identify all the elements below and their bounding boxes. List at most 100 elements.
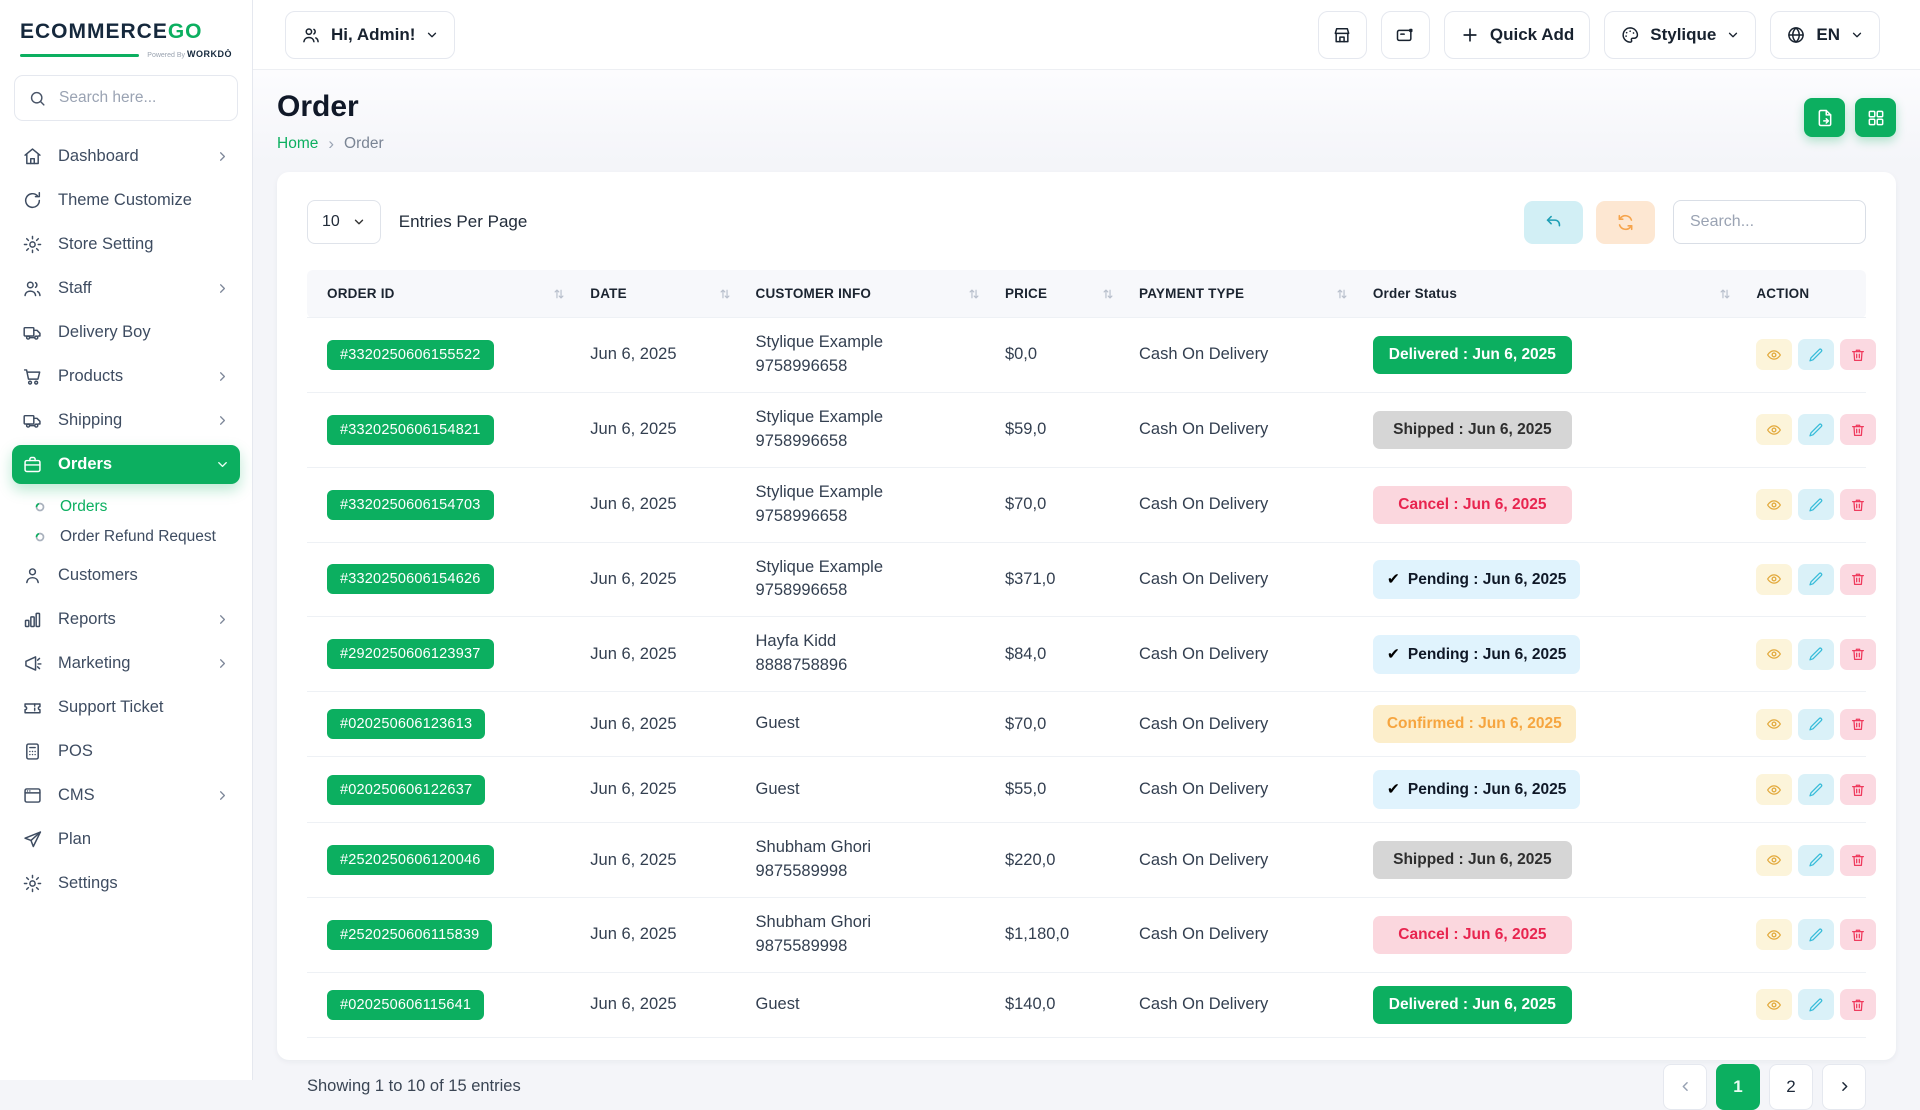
sidebar-item-label: Store Setting	[58, 235, 153, 254]
edit-button[interactable]	[1798, 709, 1834, 740]
export-button[interactable]	[1804, 98, 1845, 137]
view-button[interactable]	[1756, 989, 1792, 1020]
view-button[interactable]	[1756, 919, 1792, 950]
edit-button[interactable]	[1798, 639, 1834, 670]
admin-menu-button[interactable]: Hi, Admin!	[285, 11, 455, 59]
sidebar-item-shipping[interactable]: Shipping	[12, 401, 240, 440]
pagination-next-button[interactable]	[1822, 1064, 1866, 1110]
staff-icon	[22, 278, 43, 299]
sidebar-item-delivery-boy[interactable]: Delivery Boy	[12, 313, 240, 352]
sidebar-item-products[interactable]: Products	[12, 357, 240, 396]
pagination-page-1[interactable]: 1	[1716, 1064, 1760, 1110]
order-id-badge[interactable]: #020250606122637	[327, 775, 485, 805]
sidebar-item-store-setting[interactable]: Store Setting	[12, 225, 240, 264]
sidebar-item-reports[interactable]: Reports	[12, 600, 240, 639]
delete-button[interactable]	[1840, 414, 1876, 445]
edit-button[interactable]	[1798, 414, 1834, 445]
column-header-customer-info[interactable]: CUSTOMER INFO	[744, 270, 993, 318]
order-id-badge[interactable]: #3320250606155522	[327, 340, 494, 370]
email-button[interactable]	[1381, 11, 1430, 59]
view-button[interactable]	[1756, 489, 1792, 520]
sidebar-search-input[interactable]	[57, 88, 224, 108]
delete-button[interactable]	[1840, 989, 1876, 1020]
column-header-payment-type[interactable]: PAYMENT TYPE	[1127, 270, 1361, 318]
storefront-button[interactable]	[1318, 11, 1367, 59]
chevron-down-icon	[215, 457, 230, 472]
breadcrumb-home-link[interactable]: Home	[277, 135, 318, 153]
delete-button[interactable]	[1840, 639, 1876, 670]
edit-button[interactable]	[1798, 845, 1834, 876]
sidebar-subitem-orders[interactable]: Orders	[12, 492, 240, 522]
entries-per-page-select[interactable]: 10	[307, 200, 381, 244]
view-button[interactable]	[1756, 774, 1792, 805]
sidebar-submenu: OrdersOrder Refund Request	[12, 489, 240, 556]
edit-button[interactable]	[1798, 489, 1834, 520]
delete-button[interactable]	[1840, 845, 1876, 876]
view-button[interactable]	[1756, 639, 1792, 670]
grid-view-button[interactable]	[1855, 98, 1896, 137]
payment-type: Cash On Delivery	[1127, 898, 1361, 973]
refresh-button[interactable]	[1596, 201, 1655, 244]
order-id-badge[interactable]: #3320250606154626	[327, 564, 494, 594]
sidebar-item-pos[interactable]: POS	[12, 732, 240, 771]
sidebar-item-orders[interactable]: Orders	[12, 445, 240, 484]
order-id-badge[interactable]: #3320250606154821	[327, 415, 494, 445]
column-label: ACTION	[1756, 286, 1809, 301]
eye-icon	[1766, 852, 1782, 868]
sidebar-item-staff[interactable]: Staff	[12, 269, 240, 308]
delete-button[interactable]	[1840, 709, 1876, 740]
sidebar-item-label: Support Ticket	[58, 698, 163, 717]
theme-selector-button[interactable]: Stylique	[1604, 11, 1756, 59]
view-button[interactable]	[1756, 709, 1792, 740]
quick-add-button[interactable]: Quick Add	[1444, 11, 1590, 59]
order-id-badge[interactable]: #2520250606115839	[327, 920, 492, 950]
sidebar-item-plan[interactable]: Plan	[12, 820, 240, 859]
column-header-order-status[interactable]: Order Status	[1361, 270, 1745, 318]
edit-button[interactable]	[1798, 339, 1834, 370]
order-id-badge[interactable]: #2520250606120046	[327, 845, 494, 875]
brand-logo[interactable]: ECOMMERCEGO Powered By WORKDȮ	[0, 14, 252, 59]
delete-button[interactable]	[1840, 339, 1876, 370]
delete-button[interactable]	[1840, 564, 1876, 595]
sidebar-item-customers[interactable]: Customers	[12, 556, 240, 595]
view-button[interactable]	[1756, 564, 1792, 595]
order-id-badge[interactable]: #3320250606154703	[327, 490, 494, 520]
pagination-page-2[interactable]: 2	[1769, 1064, 1813, 1110]
edit-button[interactable]	[1798, 989, 1834, 1020]
customer-phone: 9758996658	[756, 355, 981, 379]
customer-phone: 9758996658	[756, 579, 981, 603]
pagination-prev-button[interactable]	[1663, 1064, 1707, 1110]
column-header-price[interactable]: PRICE	[993, 270, 1127, 318]
language-selector-button[interactable]: EN	[1770, 11, 1880, 59]
edit-button[interactable]	[1798, 774, 1834, 805]
action-cell	[1744, 617, 1866, 692]
orders-table: ORDER IDDATECUSTOMER INFOPRICEPAYMENT TY…	[307, 270, 1866, 1038]
edit-button[interactable]	[1798, 564, 1834, 595]
trash-icon	[1850, 927, 1866, 943]
order-id-badge[interactable]: #020250606123613	[327, 709, 485, 739]
column-header-order-id[interactable]: ORDER ID	[307, 270, 578, 318]
sidebar-item-theme-customize[interactable]: Theme Customize	[12, 181, 240, 220]
delete-button[interactable]	[1840, 489, 1876, 520]
pencil-icon	[1808, 997, 1824, 1013]
sidebar-item-support-ticket[interactable]: Support Ticket	[12, 688, 240, 727]
delete-button[interactable]	[1840, 774, 1876, 805]
sidebar-subitem-order-refund-request[interactable]: Order Refund Request	[12, 522, 240, 552]
view-button[interactable]	[1756, 414, 1792, 445]
edit-button[interactable]	[1798, 919, 1834, 950]
sidebar-item-cms[interactable]: CMS	[12, 776, 240, 815]
sidebar: ECOMMERCEGO Powered By WORKDȮ Dashboard…	[0, 0, 253, 1080]
column-header-date[interactable]: DATE	[578, 270, 743, 318]
view-button[interactable]	[1756, 845, 1792, 876]
delete-button[interactable]	[1840, 919, 1876, 950]
sidebar-item-settings[interactable]: Settings	[12, 864, 240, 903]
table-row: #020250606122637Jun 6, 2025Guest$55,0Cas…	[307, 757, 1866, 823]
eye-icon	[1766, 716, 1782, 732]
view-button[interactable]	[1756, 339, 1792, 370]
order-id-badge[interactable]: #020250606115641	[327, 990, 484, 1020]
sidebar-item-dashboard[interactable]: Dashboard	[12, 137, 240, 176]
sidebar-item-marketing[interactable]: Marketing	[12, 644, 240, 683]
table-search-input[interactable]	[1673, 200, 1866, 244]
undo-button[interactable]	[1524, 201, 1583, 244]
order-id-badge[interactable]: #2920250606123937	[327, 639, 494, 669]
